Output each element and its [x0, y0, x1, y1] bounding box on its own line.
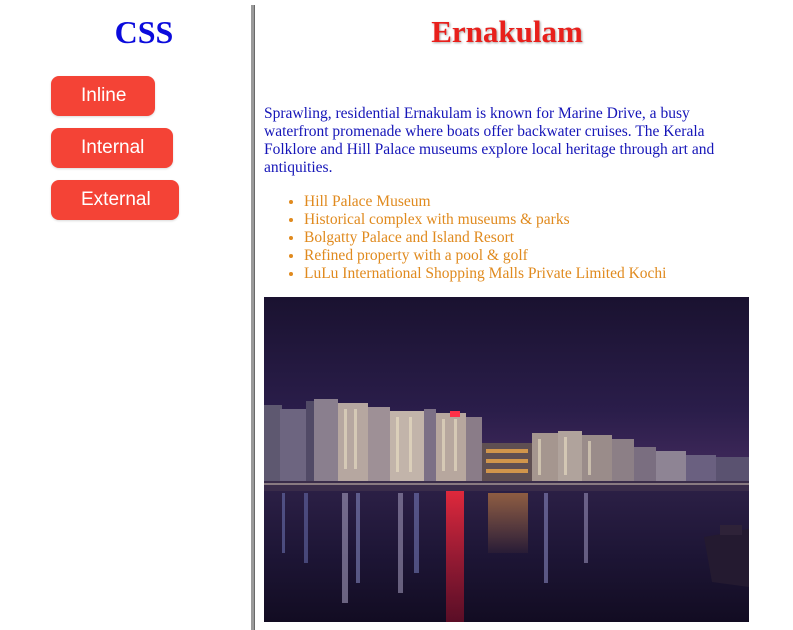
page-title: Ernakulam [431, 14, 583, 49]
vertical-divider [251, 5, 255, 630]
sidebar: CSS Inline Internal External [0, 0, 252, 630]
sidebar-title: CSS [114, 14, 174, 50]
list-item: Bolgatty Palace and Island Resort [304, 229, 750, 247]
main-content: Ernakulam Sprawling, residential Ernakul… [264, 0, 750, 630]
intro-paragraph: Sprawling, residential Ernakulam is know… [264, 105, 715, 176]
list-item: Hill Palace Museum [304, 193, 750, 211]
list-item: LuLu International Shopping Malls Privat… [304, 265, 750, 283]
city-night-photo [264, 297, 749, 622]
external-button[interactable]: External [51, 180, 179, 220]
internal-button[interactable]: Internal [51, 128, 173, 168]
list-item: Refined property with a pool & golf [304, 247, 750, 265]
inline-button[interactable]: Inline [51, 76, 155, 116]
places-list: Hill Palace Museum Historical complex wi… [264, 193, 750, 283]
list-item: Historical complex with museums & parks [304, 211, 750, 229]
skyline-image [264, 297, 749, 622]
